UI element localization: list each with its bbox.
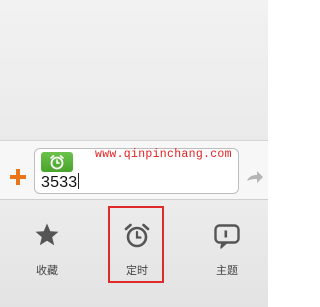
alarm-clock-icon (50, 155, 64, 170)
favorites-label: 收藏 (36, 265, 58, 277)
send-arrow-icon[interactable] (246, 170, 264, 191)
phone-screen: 3533 收藏 定时 主题 www.qinpinchang.com (0, 0, 268, 307)
timer-highlight-box (108, 206, 164, 283)
timer-chip (41, 152, 73, 172)
favorites-button[interactable]: 收藏 (12, 200, 82, 280)
theme-button[interactable]: 主题 (192, 200, 262, 280)
message-input-value: 3533 (41, 173, 80, 191)
plus-icon[interactable] (10, 169, 26, 185)
theme-label: 主题 (216, 265, 238, 277)
app-frame: 3533 收藏 定时 主题 www.qinpinchang.com (0, 0, 274, 307)
speech-bubble-icon (214, 224, 240, 249)
conversation-area (0, 0, 268, 140)
watermark: www.qinpinchang.com (95, 148, 232, 161)
star-icon (35, 223, 59, 246)
